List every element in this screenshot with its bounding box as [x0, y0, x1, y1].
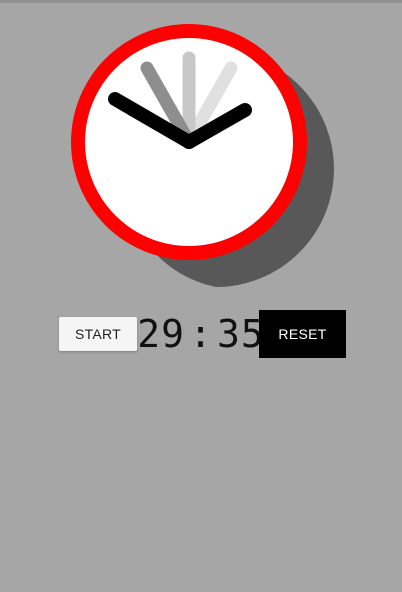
- timer-display: 29 : 35: [137, 310, 263, 358]
- timer-controls: START 29 : 35 RESET: [0, 308, 402, 360]
- clock-graphic: [71, 24, 334, 287]
- clock-center-dot: [182, 135, 196, 149]
- timer-minutes: 29: [137, 312, 186, 356]
- start-button[interactable]: START: [59, 317, 137, 351]
- clock-widget: [0, 0, 402, 300]
- timer-seconds: 35: [216, 312, 265, 356]
- timer-separator: :: [189, 312, 213, 356]
- reset-button[interactable]: RESET: [259, 310, 346, 358]
